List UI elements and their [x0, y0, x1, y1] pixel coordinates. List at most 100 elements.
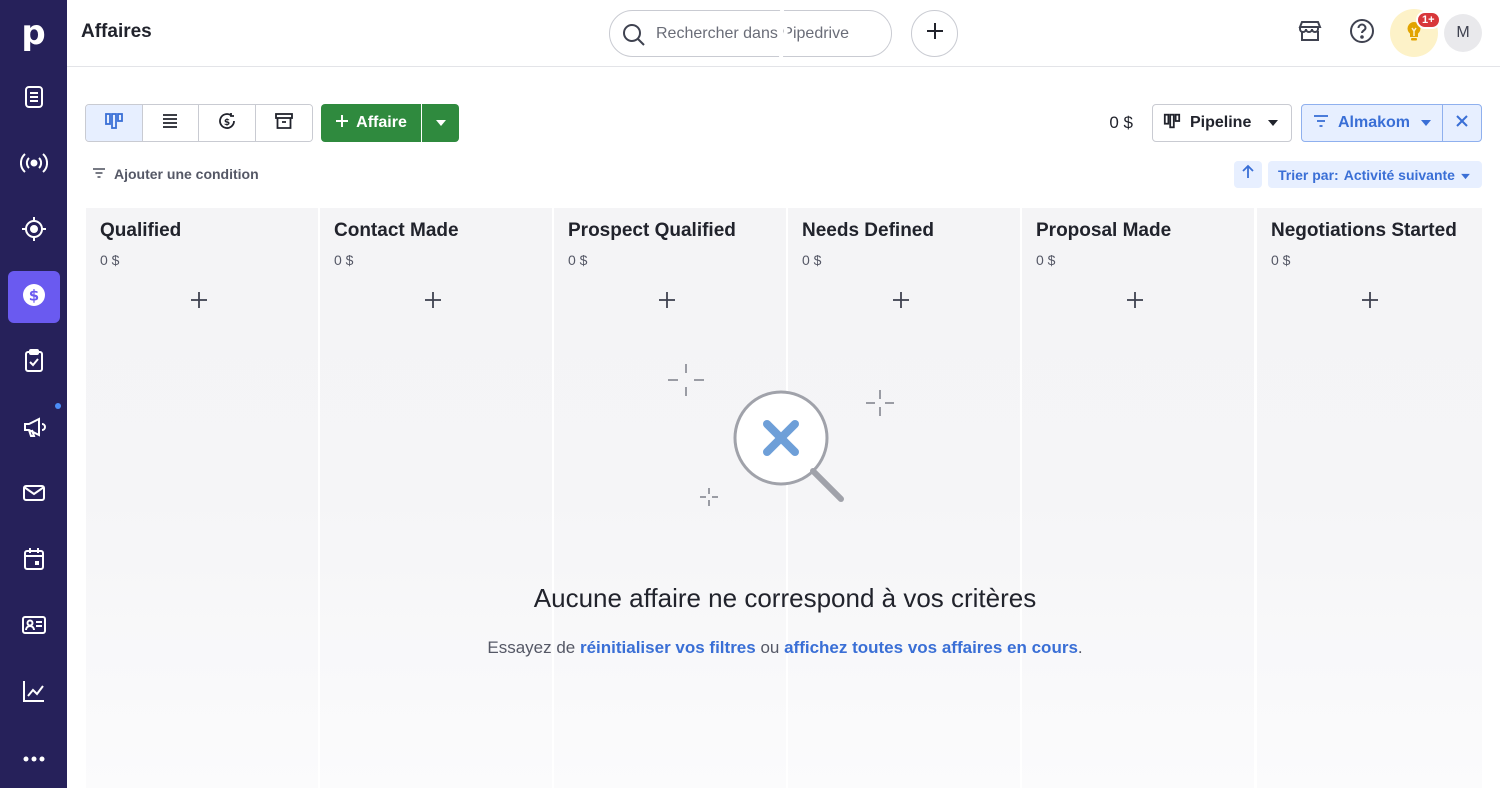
stage-column: Negotiations Started 0 $ [1257, 208, 1482, 788]
sidebar-item-contacts[interactable] [8, 601, 60, 653]
stage-value: 0 $ [1036, 252, 1056, 268]
sidebar-item-campaigns-live[interactable] [8, 139, 60, 191]
plus-icon [658, 291, 676, 314]
envelope-icon [20, 479, 48, 512]
stage-separator [1247, 0, 1257, 62]
stage-value: 0 $ [1271, 252, 1291, 268]
svg-text:$: $ [224, 118, 230, 128]
caret-down-icon [1420, 114, 1432, 132]
clear-filter-button[interactable] [1442, 104, 1482, 142]
sidebar-item-mail[interactable] [8, 469, 60, 521]
caret-down-icon [435, 114, 447, 132]
pipeline-label: Pipeline [1190, 114, 1252, 131]
hint-suffix: . [1077, 638, 1083, 657]
no-results-illustration [668, 364, 894, 506]
page-title: Affaires [81, 21, 152, 42]
target-icon [20, 215, 48, 248]
add-deal-menu-button[interactable] [422, 104, 459, 142]
add-deal-button[interactable]: Affaire [321, 104, 421, 142]
notification-badge: 1+ [1416, 11, 1441, 29]
hint-prefix: Essayez de [487, 638, 580, 657]
stage-name: Prospect Qualified [568, 220, 736, 241]
sidebar-item-campaigns[interactable] [8, 403, 60, 455]
user-avatar[interactable]: M [1444, 14, 1482, 52]
stage-name: Contact Made [334, 220, 459, 241]
caret-down-icon [1267, 114, 1279, 132]
pipeline-view-button[interactable] [86, 105, 143, 141]
clipboard-check-icon [20, 347, 48, 380]
reset-filters-link[interactable]: réinitialiser vos filtres [580, 638, 756, 657]
archive-icon [274, 111, 294, 136]
stage-separator [778, 0, 788, 62]
add-deal-label: Affaire [356, 114, 407, 131]
list-view-button[interactable] [142, 105, 199, 141]
svg-text:$: $ [29, 286, 39, 304]
dollar-icon: $ [20, 281, 48, 314]
sort-value: Activité suivante [1343, 166, 1455, 183]
add-deal-to-stage-button[interactable] [655, 290, 679, 314]
stage-column: Contact Made 0 $ [320, 208, 552, 788]
add-deal-to-stage-button[interactable] [889, 290, 913, 314]
sidebar-item-calendar[interactable] [8, 535, 60, 587]
arrow-up-icon [1240, 164, 1256, 185]
pipeline-selector[interactable]: Pipeline [1152, 104, 1292, 142]
stage-separator [310, 0, 320, 62]
store-icon [1297, 18, 1323, 49]
stage-value: 0 $ [100, 252, 120, 268]
plus-icon [892, 291, 910, 314]
filter-icon [1313, 114, 1329, 133]
help-icon [1349, 18, 1375, 49]
sidebar-item-deals[interactable]: $ [8, 271, 60, 323]
chart-icon [20, 677, 48, 710]
plus-icon [1126, 291, 1144, 314]
show-all-deals-link[interactable]: affichez toutes vos affaires en cours [784, 638, 1078, 657]
search-input[interactable] [656, 23, 850, 45]
add-deal-to-stage-button[interactable] [421, 290, 445, 314]
add-deal-to-stage-button[interactable] [1358, 290, 1382, 314]
view-switcher: $ [85, 104, 313, 142]
add-condition-label: Ajouter une condition [114, 166, 259, 182]
filter-selector[interactable]: Almakom [1301, 104, 1443, 142]
sidebar-item-leads[interactable] [8, 73, 60, 125]
stage-separator [1012, 0, 1022, 62]
empty-state-hint: Essayez de réinitialiser vos filtres ou … [440, 638, 1130, 658]
stage-value: 0 $ [802, 252, 822, 268]
calendar-icon [20, 545, 48, 578]
quick-add-button[interactable] [911, 10, 958, 57]
filter-label: Almakom [1338, 114, 1411, 131]
plus-icon [335, 114, 349, 133]
caret-down-icon [1460, 167, 1471, 183]
sidebar-item-insights[interactable] [8, 667, 60, 719]
list-icon [160, 111, 180, 136]
stage-name: Needs Defined [802, 220, 934, 241]
empty-state-title: Aucune affaire ne correspond à vos critè… [533, 583, 1037, 613]
add-condition-button[interactable]: Ajouter une condition [92, 166, 259, 182]
hint-middle: ou [755, 638, 785, 657]
sidebar-item-activities[interactable] [8, 337, 60, 389]
filter-icon [92, 166, 106, 182]
close-icon [1455, 114, 1469, 133]
sort-by-selector[interactable]: Trier par: Activité suivante [1268, 161, 1482, 188]
add-deal-to-stage-button[interactable] [187, 290, 211, 314]
campaigns-notification-dot [55, 403, 61, 409]
kanban-icon [1163, 112, 1181, 135]
help-button[interactable] [1343, 14, 1381, 52]
stage-column: Qualified 0 $ [86, 208, 318, 788]
sidebar-item-goals[interactable] [8, 205, 60, 257]
sidebar: p $ [0, 0, 67, 788]
stage-value: 0 $ [568, 252, 588, 268]
marketplace-button[interactable] [1291, 14, 1329, 52]
sort-direction-button[interactable] [1234, 161, 1262, 188]
pipedrive-logo[interactable]: p [0, 0, 67, 66]
add-deal-to-stage-button[interactable] [1123, 290, 1147, 314]
archive-view-button[interactable] [255, 105, 312, 141]
sidebar-item-more[interactable] [8, 735, 60, 787]
stage-value: 0 $ [334, 252, 354, 268]
stage-name: Qualified [100, 220, 182, 241]
leads-icon [20, 83, 48, 116]
plus-icon [190, 291, 208, 314]
forecast-view-button[interactable]: $ [199, 105, 256, 141]
stage-name: Negotiations Started [1271, 220, 1457, 241]
kanban-icon [104, 111, 124, 136]
global-search[interactable] [609, 10, 892, 57]
